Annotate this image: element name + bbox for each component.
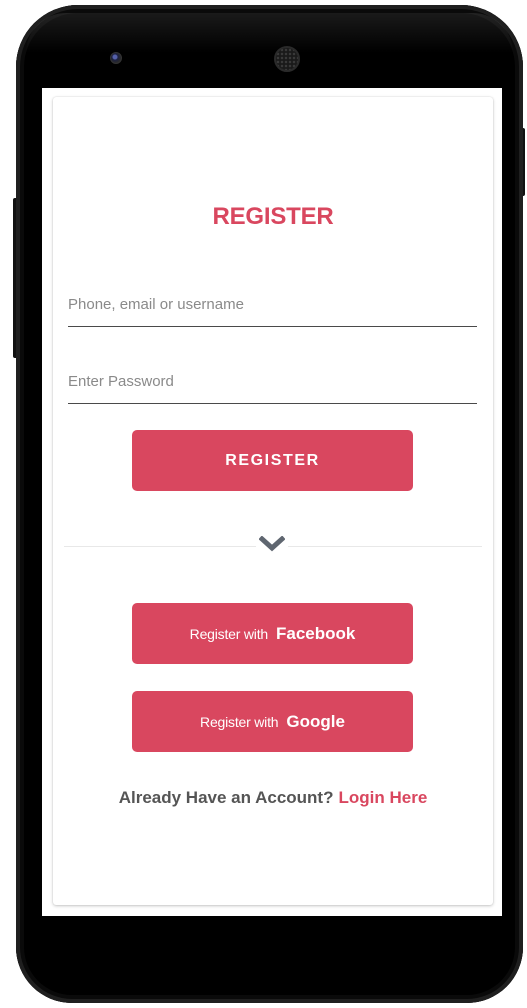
facebook-brand-label: Facebook	[275, 623, 356, 643]
chevron-down-icon	[256, 532, 288, 556]
register-google-button[interactable]: Register with Google	[132, 691, 413, 752]
page-title: REGISTER	[212, 203, 334, 230]
register-button[interactable]: REGISTER	[132, 430, 413, 491]
device-stage: REGISTER REGISTER Register with Facebook…	[0, 0, 527, 1008]
google-button-prefix: Register with	[200, 713, 279, 730]
password-field	[68, 368, 477, 404]
speaker-grille-icon	[274, 46, 300, 72]
register-card: REGISTER REGISTER Register with Facebook…	[53, 97, 493, 905]
username-input[interactable]	[68, 291, 477, 326]
username-field	[68, 291, 477, 327]
phone-screen: REGISTER REGISTER Register with Facebook…	[42, 88, 502, 916]
login-prompt: Already Have an Account? Login Here	[53, 788, 493, 808]
login-link[interactable]: Login Here	[338, 788, 427, 807]
front-camera-icon	[110, 52, 122, 64]
password-input[interactable]	[68, 368, 477, 403]
register-facebook-button[interactable]: Register with Facebook	[132, 603, 413, 664]
login-prompt-text: Already Have an Account?	[118, 788, 334, 807]
google-brand-label: Google	[286, 711, 345, 731]
facebook-button-prefix: Register with	[189, 625, 269, 642]
